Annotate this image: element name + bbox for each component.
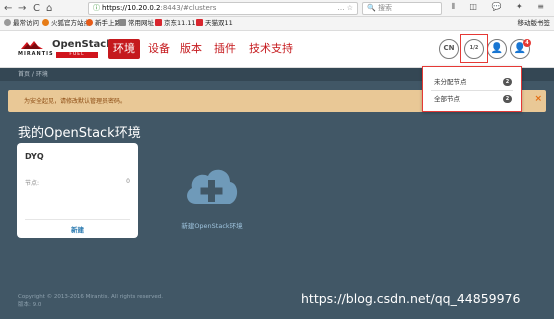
watermark-text: https://blog.csdn.net/qq_44859976 <box>301 291 521 306</box>
logo-mirantis-text: MIRANTIS <box>18 51 54 57</box>
menu-item-plugins[interactable]: 插件 <box>214 39 236 59</box>
new-environment-label: 新建OpenStack环境 <box>181 222 243 230</box>
site-info-icon[interactable]: ⓘ <box>93 4 100 12</box>
mirantis-logo-icon <box>21 41 43 49</box>
forward-icon[interactable]: → <box>18 2 26 15</box>
copyright-text: Copyright © 2013-2016 Mirantis. All righ… <box>18 294 164 300</box>
bookmark-star-icon[interactable]: … ☆ <box>337 3 353 14</box>
create-button[interactable]: 新建 <box>17 224 138 234</box>
card-divider <box>25 219 130 220</box>
nodes-button-highlight <box>460 34 488 63</box>
home-icon[interactable]: ⌂ <box>46 2 52 15</box>
footer: Copyright © 2013-2016 Mirantis. All righ… <box>18 293 163 309</box>
dropdown-item-all-nodes[interactable]: 全部节点 2 <box>428 92 516 106</box>
bookmark-item[interactable]: 火狐官方站点 <box>42 17 90 30</box>
reload-icon[interactable]: C <box>33 2 40 15</box>
url-host: https://10.20.0.2 <box>102 4 161 12</box>
jd-icon <box>155 19 162 26</box>
page-title: 我的OpenStack环境 <box>18 126 141 141</box>
count-badge: 2 <box>503 95 512 103</box>
menu-item-support[interactable]: 技术支持 <box>249 39 293 59</box>
firefox-icon <box>86 19 93 26</box>
cluster-name[interactable]: DYQ <box>25 152 44 161</box>
menu-item-environments[interactable]: 环境 <box>108 39 140 59</box>
mobile-bookmarks[interactable]: 移动版书签 <box>518 17 551 30</box>
search-input[interactable]: 🔍 搜索 <box>362 2 442 15</box>
browser-address-bar: ← → C ⌂ ⓘ https://10.20.0.2:8443/#cluster… <box>0 0 554 17</box>
bookmark-item[interactable]: 新手上路 <box>86 17 121 30</box>
dropdown-item-unallocated-nodes[interactable]: 未分配节点 2 <box>428 75 516 89</box>
tmall-icon <box>196 19 203 26</box>
back-icon[interactable]: ← <box>4 2 12 15</box>
firefox-icon <box>42 19 49 26</box>
count-badge: 2 <box>503 78 512 86</box>
bookmark-item[interactable]: 天猫双11 <box>196 17 233 30</box>
nodes-dropdown: 未分配节点 2 全部节点 2 <box>422 66 522 112</box>
warning-message[interactable]: 为安全起见，请修改默认管理员密码。 <box>24 96 126 105</box>
bookmark-item[interactable]: 常用网址 <box>119 17 154 30</box>
logo-fuel-text: FUEL <box>56 52 98 58</box>
new-environment-button[interactable]: 新建OpenStack环境 <box>176 156 248 230</box>
menu-item-releases[interactable]: 版本 <box>180 39 202 59</box>
fuel-logo[interactable]: MIRANTIS OpenStack FUEL <box>16 37 113 63</box>
folder-icon <box>119 19 126 26</box>
dropdown-divider <box>431 90 513 91</box>
toolbar-icons[interactable]: ⫴ ◫ 💬 ✦ ≡ <box>452 2 550 12</box>
bookmark-item[interactable]: 最常访问 <box>4 17 39 30</box>
close-icon[interactable]: × <box>534 94 542 104</box>
notifications-count-badge: 4 <box>523 39 531 47</box>
cloud-plus-icon <box>187 169 238 204</box>
nodes-label: 节点: <box>25 180 40 187</box>
version-text: 版本: 9.0 <box>18 302 42 308</box>
logo-openstack-text: OpenStack <box>52 39 113 50</box>
cluster-card[interactable]: DYQ 节点: 0 新建 <box>17 143 138 238</box>
gear-icon <box>4 19 11 26</box>
bookmark-item[interactable]: 京东11.11 <box>155 17 196 30</box>
url-path: :8443/#clusters <box>160 4 217 12</box>
user-icon[interactable]: 👤 <box>487 39 507 59</box>
menu-item-equipment[interactable]: 设备 <box>148 39 170 59</box>
nodes-count: 0 <box>126 178 130 185</box>
language-button[interactable]: CN <box>439 39 459 59</box>
url-input[interactable]: ⓘ https://10.20.0.2:8443/#clusters … ☆ <box>88 2 358 15</box>
bookmarks-bar: 最常访问 火狐官方站点 新手上路 常用网址 京东11.11 天猫双11 移动版书… <box>0 17 554 31</box>
